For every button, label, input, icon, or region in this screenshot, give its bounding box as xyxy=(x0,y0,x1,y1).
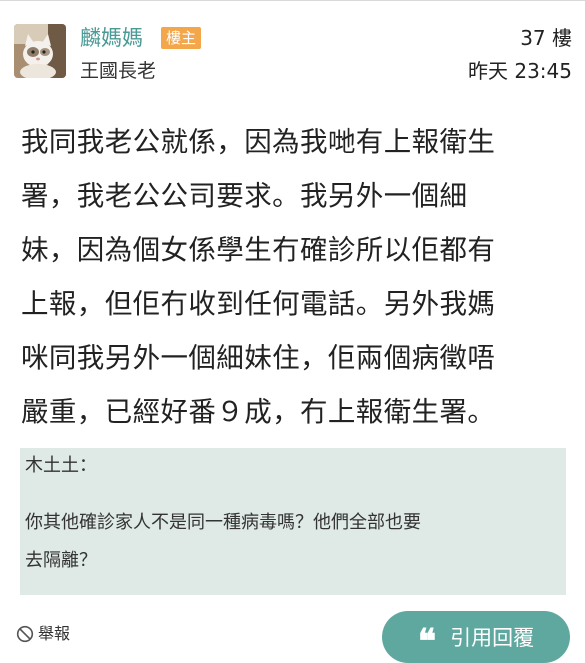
post-header: 麟媽媽 樓主 王國長老 37 樓 昨天 23:45 xyxy=(0,0,585,100)
quote-reply-button[interactable]: ❝ 引用回覆 xyxy=(382,611,570,663)
post-content-line: 咪同我另外一個細妹住，佢兩個病徵唔 xyxy=(21,342,496,374)
post-timestamp: 昨天 23:45 xyxy=(468,59,572,83)
quoted-reply: 木土土： 你其他確診家人不是同一種病毒嗎？他們全部也要 去隔離？ xyxy=(20,448,566,595)
op-badge: 樓主 xyxy=(161,27,202,49)
quote-text: 你其他確診家人不是同一種病毒嗎？他們全部也要 去隔離？ xyxy=(25,504,561,580)
floor-number: 37 樓 xyxy=(520,26,572,50)
post-content-line: 我同我老公就係，因為我哋有上報衛生 xyxy=(21,126,496,158)
user-rank: 王國長老 xyxy=(80,60,157,82)
quote-reply-label: 引用回覆 xyxy=(450,626,535,650)
quote-text-line: 你其他確診家人不是同一種病毒嗎？他們全部也要 xyxy=(25,512,421,533)
avatar[interactable] xyxy=(14,24,66,78)
username[interactable]: 麟媽媽 xyxy=(80,24,143,52)
post-content-line: 署，我老公公司要求。我另外一個細 xyxy=(21,180,468,212)
report-button[interactable]: 舉報 xyxy=(16,622,70,646)
post-content-line: 妹，因為個女係學生冇確診所以佢都有 xyxy=(21,234,496,266)
report-label: 舉報 xyxy=(38,624,71,643)
post-content: 我同我老公就係，因為我哋有上報衛生 署，我老公公司要求。我另外一個細 妹，因為個… xyxy=(21,115,566,439)
quote-icon: ❝ xyxy=(417,622,437,662)
quote-author: 木土土： xyxy=(25,455,97,476)
cat-avatar-image xyxy=(14,24,66,78)
quote-text-line: 去隔離？ xyxy=(25,550,97,571)
post-content-line: 嚴重，已經好番９成，冇上報衛生署。 xyxy=(21,396,496,428)
post-content-line: 上報，但佢冇收到任何電話。另外我媽 xyxy=(21,288,496,320)
no-entry-icon xyxy=(16,625,34,643)
